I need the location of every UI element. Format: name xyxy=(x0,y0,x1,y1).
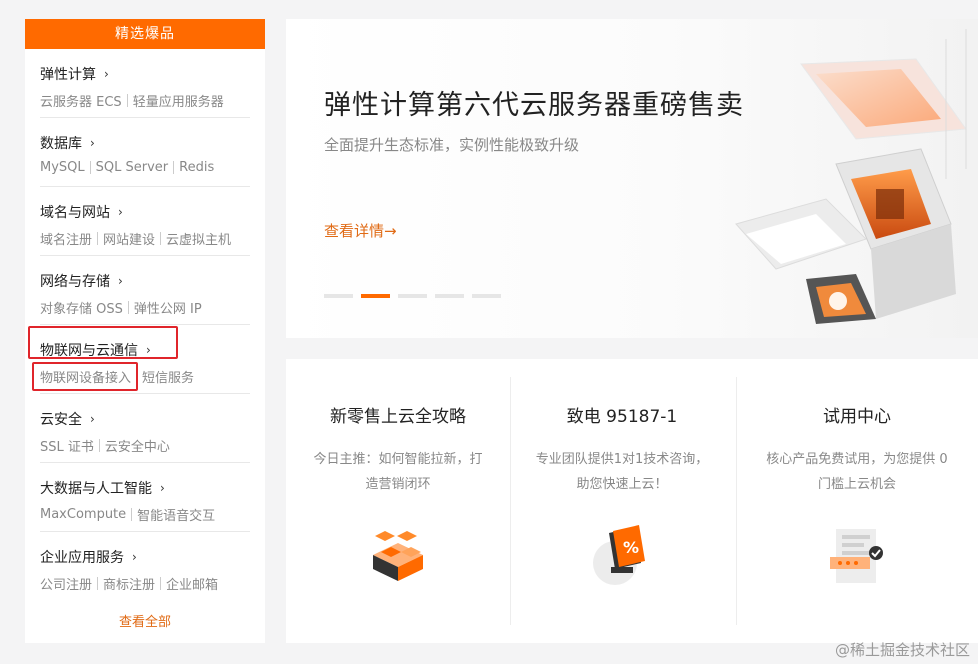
carousel-dot[interactable] xyxy=(472,294,501,298)
hero-banner[interactable]: 弹性计算第六代云服务器重磅售卖 全面提升生态标准，实例性能极致升级 查看详情→ xyxy=(286,19,978,338)
highlight-box xyxy=(32,362,138,391)
carousel-dot[interactable] xyxy=(435,294,464,298)
category-title[interactable]: 网络与存储 › xyxy=(40,271,123,291)
card-description: 核心产品免费试用，为您提供 0 门槛上云机会 xyxy=(766,452,948,492)
category-link[interactable]: 对象存储 OSS xyxy=(40,298,123,317)
carousel-dots xyxy=(324,294,501,298)
category-link[interactable]: SSL 证书 xyxy=(40,436,94,455)
category-iot: 物联网与云通信 › 物联网设备接入 短信服务 xyxy=(28,325,250,394)
category-domain: 域名与网站 › 域名注册 网站建设 云虚拟主机 xyxy=(40,187,250,256)
card-hotline[interactable]: 致电 95187-1 专业团队提供1对1技术咨询，助您快速上云！ % xyxy=(510,359,734,643)
feature-cards: 新零售上云全攻略 今日主推：如何智能拉新，打造营销闭环 致电 95187-1 专… xyxy=(286,359,978,643)
carousel-dot[interactable] xyxy=(324,294,353,298)
category-links: 云服务器 ECS 轻量应用服务器 xyxy=(40,91,224,110)
view-all-link[interactable]: 查看全部 xyxy=(25,611,265,630)
chevron-right-icon: › xyxy=(90,412,95,426)
category-security: 云安全 › SSL 证书 云安全中心 xyxy=(40,394,250,463)
category-links: MaxCompute 智能语音交互 xyxy=(40,505,215,524)
category-title[interactable]: 弹性计算 › xyxy=(40,64,109,84)
trial-document-icon xyxy=(830,529,883,583)
chevron-right-icon: › xyxy=(132,550,137,564)
chevron-right-icon: › xyxy=(160,481,165,495)
card-description: 专业团队提供1对1技术咨询，助您快速上云！ xyxy=(535,452,709,492)
category-link[interactable]: MySQL xyxy=(40,160,85,175)
category-link[interactable]: 公司注册 xyxy=(40,574,92,593)
category-link[interactable]: Redis xyxy=(179,160,214,175)
page: 精选爆品 弹性计算 › 云服务器 ECS 轻量应用服务器 数据库 › MySQL S… xyxy=(0,0,978,664)
chevron-right-icon: › xyxy=(104,67,109,81)
sidebar-header: 精选爆品 xyxy=(25,19,265,49)
card-title: 新零售上云全攻略 xyxy=(330,407,466,427)
category-links: 对象存储 OSS 弹性公网 IP xyxy=(40,298,202,317)
chevron-right-icon: › xyxy=(90,136,95,150)
category-link[interactable]: 弹性公网 IP xyxy=(134,298,202,317)
category-link[interactable]: MaxCompute xyxy=(40,507,126,522)
category-link[interactable]: 域名注册 xyxy=(40,229,92,248)
chevron-right-icon: › xyxy=(118,205,123,219)
category-database: 数据库 › MySQL SQL Server Redis xyxy=(40,118,250,187)
category-title[interactable]: 企业应用服务 › xyxy=(40,547,137,567)
server-illustration xyxy=(735,29,967,324)
banner-subtitle: 全面提升生态标准，实例性能极致升级 xyxy=(324,136,580,154)
category-link[interactable]: 网站建设 xyxy=(103,229,155,248)
category-link[interactable]: 企业邮箱 xyxy=(166,574,218,593)
category-links: SSL 证书 云安全中心 xyxy=(40,436,170,455)
category-compute: 弹性计算 › 云服务器 ECS 轻量应用服务器 xyxy=(40,49,250,118)
card-description: 今日主推：如何智能拉新，打造营销闭环 xyxy=(313,452,483,492)
carousel-dot-active[interactable] xyxy=(361,294,390,298)
chevron-right-icon: › xyxy=(118,274,123,288)
category-network-storage: 网络与存储 › 对象存储 OSS 弹性公网 IP xyxy=(40,256,250,325)
cubes-icon xyxy=(373,531,423,581)
card-title: 试用中心 xyxy=(823,407,891,427)
category-links: MySQL SQL Server Redis xyxy=(40,160,214,175)
banner-details-link[interactable]: 查看详情→ xyxy=(324,220,397,241)
category-title[interactable]: 大数据与人工智能 › xyxy=(40,478,165,498)
category-title[interactable]: 域名与网站 › xyxy=(40,202,123,222)
category-link[interactable]: 云安全中心 xyxy=(105,436,170,455)
card-retail[interactable]: 新零售上云全攻略 今日主推：如何智能拉新，打造营销闭环 xyxy=(286,359,510,643)
svg-text:%: % xyxy=(623,538,639,557)
carousel-dot[interactable] xyxy=(398,294,427,298)
category-link[interactable]: 轻量应用服务器 xyxy=(133,91,224,110)
category-links: 域名注册 网站建设 云虚拟主机 xyxy=(40,229,231,248)
category-enterprise: 企业应用服务 › 公司注册 商标注册 企业邮箱 xyxy=(40,532,250,601)
category-link[interactable]: 智能语音交互 xyxy=(137,505,215,524)
category-bigdata-ai: 大数据与人工智能 › MaxCompute 智能语音交互 xyxy=(40,463,250,532)
card-title: 致电 95187-1 xyxy=(566,407,678,427)
category-link[interactable]: 云服务器 ECS xyxy=(40,91,122,110)
highlight-box xyxy=(28,326,178,359)
category-link[interactable]: SQL Server xyxy=(96,160,169,175)
category-title[interactable]: 数据库 › xyxy=(40,133,95,153)
category-links: 公司注册 商标注册 企业邮箱 xyxy=(40,574,218,593)
arrow-right-icon: → xyxy=(384,222,397,240)
category-link[interactable]: 云虚拟主机 xyxy=(166,229,231,248)
coupon-percent-icon: % xyxy=(593,525,645,585)
card-trial[interactable]: 试用中心 核心产品免费试用，为您提供 0 门槛上云机会 xyxy=(736,359,978,643)
banner-title: 弹性计算第六代云服务器重磅售卖 xyxy=(324,90,744,121)
category-link[interactable]: 商标注册 xyxy=(103,574,155,593)
product-sidebar: 精选爆品 弹性计算 › 云服务器 ECS 轻量应用服务器 数据库 › MySQL S… xyxy=(25,19,265,643)
watermark: @稀土掘金技术社区 xyxy=(834,641,970,659)
category-title[interactable]: 云安全 › xyxy=(40,409,95,429)
category-link[interactable]: 短信服务 xyxy=(142,367,194,386)
